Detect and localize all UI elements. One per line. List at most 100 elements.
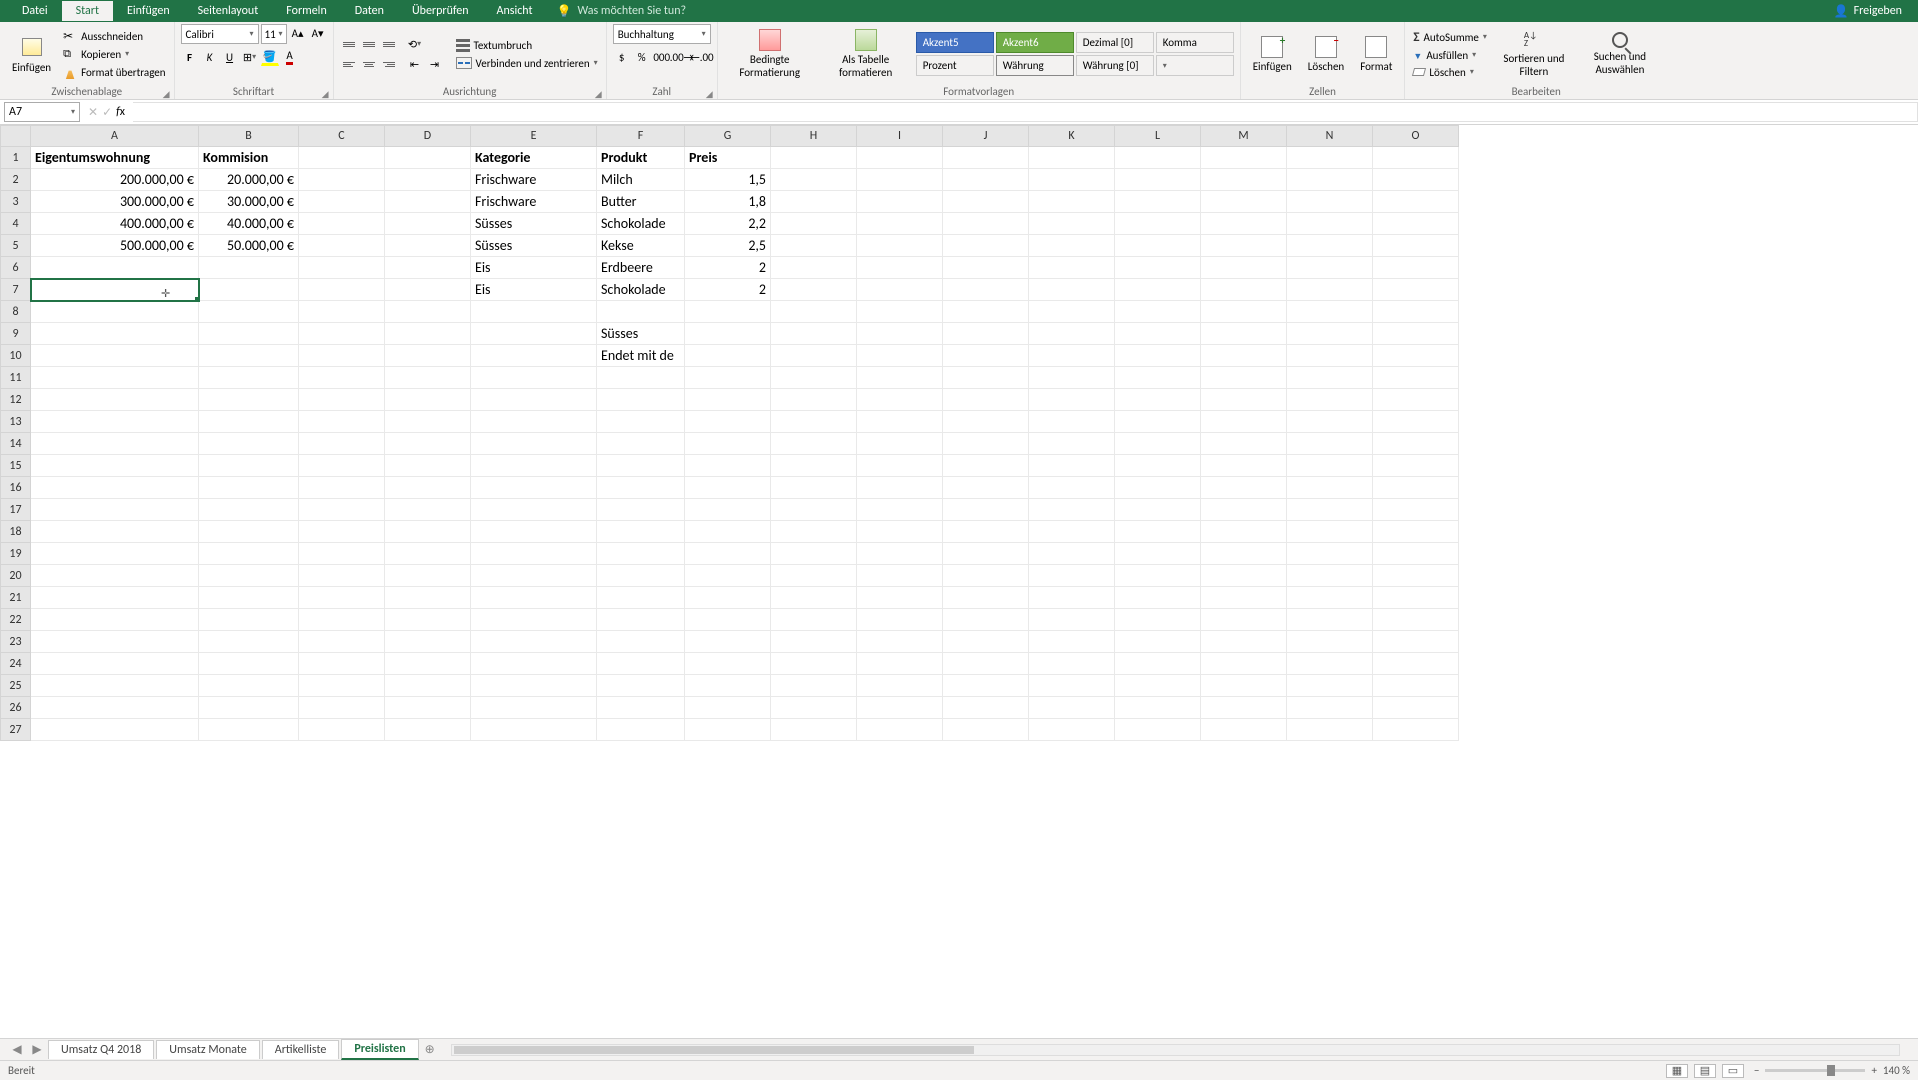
cell-M13[interactable]: [1201, 411, 1287, 433]
cell-E22[interactable]: [471, 609, 597, 631]
cell-A11[interactable]: [31, 367, 199, 389]
cell-H6[interactable]: [771, 257, 857, 279]
cell-N23[interactable]: [1287, 631, 1373, 653]
cell-H5[interactable]: [771, 235, 857, 257]
cell-O19[interactable]: [1373, 543, 1459, 565]
cell-I4[interactable]: [857, 213, 943, 235]
cell-H3[interactable]: [771, 191, 857, 213]
cell-M5[interactable]: [1201, 235, 1287, 257]
cell-K15[interactable]: [1029, 455, 1115, 477]
row-header-13[interactable]: 13: [1, 411, 31, 433]
cell-B25[interactable]: [199, 675, 299, 697]
cell-C26[interactable]: [299, 697, 385, 719]
cell-F18[interactable]: [597, 521, 685, 543]
cell-I24[interactable]: [857, 653, 943, 675]
cell-F15[interactable]: [597, 455, 685, 477]
cell-G26[interactable]: [685, 697, 771, 719]
cell-A19[interactable]: [31, 543, 199, 565]
cell-O23[interactable]: [1373, 631, 1459, 653]
cell-D20[interactable]: [385, 565, 471, 587]
cell-D2[interactable]: [385, 169, 471, 191]
cell-G13[interactable]: [685, 411, 771, 433]
cell-M7[interactable]: [1201, 279, 1287, 301]
autosum-button[interactable]: AutoSumme▾: [1411, 29, 1489, 46]
font-color-button[interactable]: A: [281, 48, 299, 66]
cell-K5[interactable]: [1029, 235, 1115, 257]
cell-D24[interactable]: [385, 653, 471, 675]
cell-B24[interactable]: [199, 653, 299, 675]
cell-E16[interactable]: [471, 477, 597, 499]
col-header-C[interactable]: C: [299, 126, 385, 147]
cell-G25[interactable]: [685, 675, 771, 697]
paste-button[interactable]: Einfügen: [6, 33, 57, 76]
comma-format-button[interactable]: 000: [653, 48, 671, 66]
col-header-J[interactable]: J: [943, 126, 1029, 147]
cell-B21[interactable]: [199, 587, 299, 609]
cell-D21[interactable]: [385, 587, 471, 609]
cell-M19[interactable]: [1201, 543, 1287, 565]
cell-I6[interactable]: [857, 257, 943, 279]
cell-M4[interactable]: [1201, 213, 1287, 235]
name-box[interactable]: A7▾: [4, 102, 80, 122]
cell-L13[interactable]: [1115, 411, 1201, 433]
cell-A17[interactable]: [31, 499, 199, 521]
cell-F9[interactable]: Süsses: [597, 323, 685, 345]
cell-L26[interactable]: [1115, 697, 1201, 719]
cell-F26[interactable]: [597, 697, 685, 719]
cell-O6[interactable]: [1373, 257, 1459, 279]
find-select-button[interactable]: Suchen und Auswählen: [1579, 30, 1661, 78]
cell-N11[interactable]: [1287, 367, 1373, 389]
cell-I14[interactable]: [857, 433, 943, 455]
cell-M16[interactable]: [1201, 477, 1287, 499]
cell-O27[interactable]: [1373, 719, 1459, 741]
col-header-L[interactable]: L: [1115, 126, 1201, 147]
cell-O12[interactable]: [1373, 389, 1459, 411]
cell-N25[interactable]: [1287, 675, 1373, 697]
cell-M22[interactable]: [1201, 609, 1287, 631]
cell-J20[interactable]: [943, 565, 1029, 587]
cell-C17[interactable]: [299, 499, 385, 521]
cell-J15[interactable]: [943, 455, 1029, 477]
style-waehrung0[interactable]: Währung [0]: [1076, 55, 1154, 76]
style-akzent6[interactable]: Akzent6: [996, 32, 1074, 53]
cell-L12[interactable]: [1115, 389, 1201, 411]
cell-E17[interactable]: [471, 499, 597, 521]
cell-I22[interactable]: [857, 609, 943, 631]
cell-K23[interactable]: [1029, 631, 1115, 653]
style-waehrung[interactable]: Währung: [996, 55, 1074, 76]
cell-M9[interactable]: [1201, 323, 1287, 345]
cell-J10[interactable]: [943, 345, 1029, 367]
cell-A26[interactable]: [31, 697, 199, 719]
cell-J21[interactable]: [943, 587, 1029, 609]
cell-B4[interactable]: 40.000,00 €: [199, 213, 299, 235]
cell-B7[interactable]: [199, 279, 299, 301]
cell-C1[interactable]: [299, 147, 385, 169]
cell-F3[interactable]: Butter: [597, 191, 685, 213]
row-header-1[interactable]: 1: [1, 147, 31, 169]
cancel-formula-icon[interactable]: ✕: [88, 105, 98, 120]
cell-I26[interactable]: [857, 697, 943, 719]
row-header-12[interactable]: 12: [1, 389, 31, 411]
cell-N20[interactable]: [1287, 565, 1373, 587]
cell-H27[interactable]: [771, 719, 857, 741]
cell-I7[interactable]: [857, 279, 943, 301]
cell-A25[interactable]: [31, 675, 199, 697]
cell-B9[interactable]: [199, 323, 299, 345]
cell-F17[interactable]: [597, 499, 685, 521]
cell-F2[interactable]: Milch: [597, 169, 685, 191]
cell-E21[interactable]: [471, 587, 597, 609]
cell-G4[interactable]: 2,2: [685, 213, 771, 235]
cell-F10[interactable]: Endet mit de: [597, 345, 685, 367]
cell-K17[interactable]: [1029, 499, 1115, 521]
cell-M23[interactable]: [1201, 631, 1287, 653]
cell-O13[interactable]: [1373, 411, 1459, 433]
cell-N3[interactable]: [1287, 191, 1373, 213]
cell-N6[interactable]: [1287, 257, 1373, 279]
cell-K12[interactable]: [1029, 389, 1115, 411]
cell-H17[interactable]: [771, 499, 857, 521]
cell-M27[interactable]: [1201, 719, 1287, 741]
cell-C14[interactable]: [299, 433, 385, 455]
cell-E8[interactable]: [471, 301, 597, 323]
dialog-launcher-icon[interactable]: ◢: [163, 89, 170, 100]
cell-K14[interactable]: [1029, 433, 1115, 455]
